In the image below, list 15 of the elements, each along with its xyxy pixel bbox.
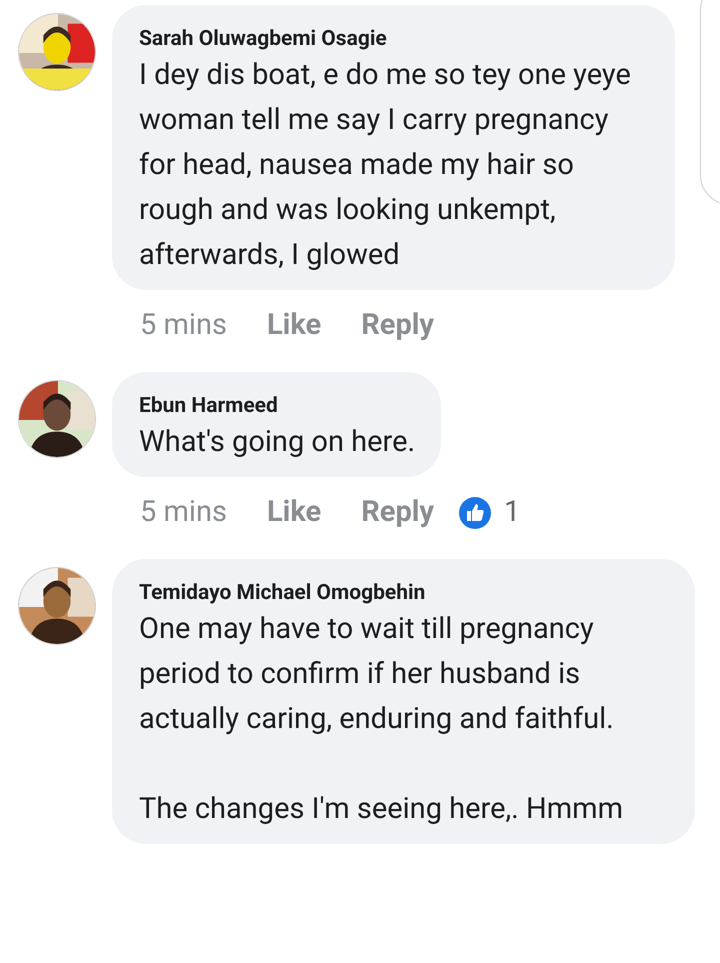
author-name[interactable]: Sarah Oluwagbemi Osagie: [139, 25, 649, 53]
author-name[interactable]: Ebun Harmeed: [139, 392, 416, 420]
reply-button[interactable]: Reply: [361, 491, 434, 535]
thumbs-up-icon: [458, 496, 492, 530]
reaction-count[interactable]: 1: [504, 491, 520, 535]
timestamp[interactable]: 5 mins: [140, 491, 227, 535]
comment-text: The changes I'm seeing here,. Hmmm: [139, 791, 624, 828]
timestamp[interactable]: 5 mins: [140, 304, 227, 348]
comment-text: What's going on here.: [139, 424, 416, 461]
author-name[interactable]: Temidayo Michael Omogbehin: [139, 579, 669, 607]
comment-text: One may have to wait till pregnancy period to confirm if her husband is actually caring, enduring and faithful.: [139, 611, 615, 738]
like-button[interactable]: Like: [266, 491, 322, 535]
reply-button[interactable]: Reply: [361, 304, 434, 348]
like-button[interactable]: Like: [266, 304, 322, 348]
comment-text: I dey dis boat, e do me so tey one yeye woman tell me say I carry pregnancy for head, nausea made my hair so rough and was looking unkempt, afterwards, I glowed: [139, 57, 632, 274]
